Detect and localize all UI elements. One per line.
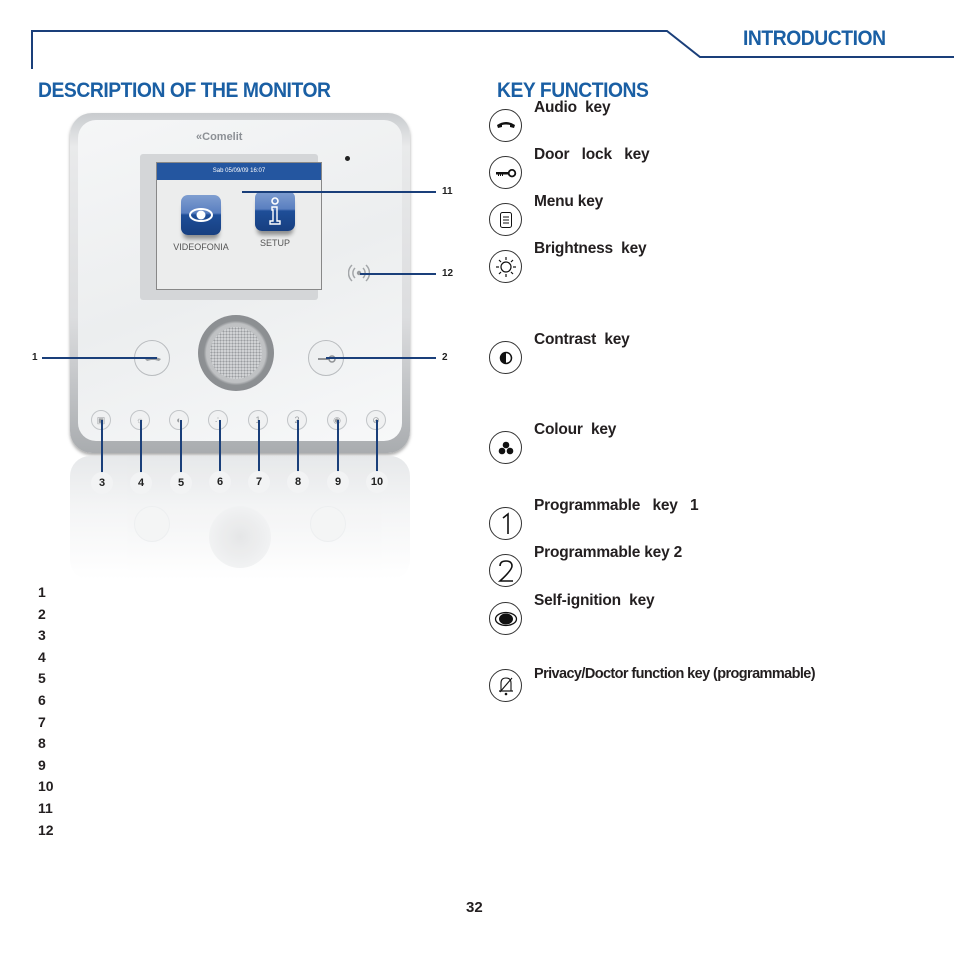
key-icon (489, 156, 522, 189)
contrast-key-button: ◐ (169, 410, 189, 430)
callout-number-4: 4 (130, 472, 152, 494)
bell-off-icon (489, 669, 522, 702)
reflection-key (310, 506, 346, 542)
speaker-grille (198, 315, 274, 391)
eye-icon (181, 195, 221, 235)
list-item: 12 (38, 821, 54, 838)
callout-line-8 (297, 420, 299, 475)
list-item: 9 (38, 756, 46, 773)
callout-line-3 (101, 420, 103, 475)
reflection-speaker (209, 506, 271, 568)
callout-line-5 (180, 420, 182, 475)
key-label: Brightness key (534, 240, 647, 257)
callout-number-7: 7 (248, 471, 270, 493)
key-label: Contrast key (534, 331, 630, 348)
callout-number-9: 9 (327, 471, 349, 493)
key-label: Door lock key (534, 146, 650, 163)
list-item: 8 (38, 735, 46, 752)
callout-number-2: 2 (442, 352, 448, 363)
key-label: Self-ignition key (534, 592, 655, 609)
info-icon (255, 191, 295, 231)
menu-icon (489, 203, 522, 236)
app-label: VIDEOFONIA (173, 242, 229, 252)
list-item: 4 (38, 648, 46, 665)
app-setup: SETUP (253, 191, 297, 248)
key-label: Menu key (534, 193, 604, 210)
callout-line-1 (42, 357, 157, 359)
callout-line-11 (242, 191, 436, 193)
list-item: 1 (38, 584, 46, 600)
key-label: Programmable key 2 (534, 544, 683, 561)
number-one-icon (489, 507, 522, 540)
key-label: Programmable key 1 (534, 497, 699, 514)
callout-line-10 (376, 420, 378, 475)
brightness-icon (489, 250, 522, 283)
colour-icon (489, 431, 522, 464)
key-label: Colour key (534, 421, 617, 438)
colour-key-button: ∴ (208, 410, 228, 430)
contrast-icon (489, 341, 522, 374)
description-title: DESCRIPTION OF THE MONITOR (38, 79, 331, 102)
callout-line-4 (140, 420, 142, 475)
key-label: Audio key (534, 99, 611, 116)
callout-number-8: 8 (287, 471, 309, 493)
brand-logo: «Comelit (196, 131, 243, 143)
brand-name: Comelit (202, 131, 243, 143)
monitor-illustration: «Comelit Sab 05/09/09 16:07 VIDEOFONIA S… (60, 110, 420, 580)
section-header-title: INTRODUCTION (743, 27, 886, 50)
app-videofonia: VIDEOFONIA (173, 195, 229, 252)
callout-number-6: 6 (209, 471, 231, 493)
monitor-screen: Sab 05/09/09 16:07 VIDEOFONIA SETUP (156, 162, 322, 290)
callout-line-7 (258, 420, 260, 475)
key-label: Privacy/Doctor function key (programmabl… (534, 666, 816, 682)
callout-line-6 (219, 420, 221, 475)
callout-number-3: 3 (91, 472, 113, 494)
callout-number-10: 10 (366, 471, 388, 493)
list-item: 3 (38, 627, 46, 644)
numbered-list: 1 2 3 4 5 6 7 8 9 10 11 12 (38, 582, 54, 841)
callout-number-11: 11 (442, 186, 453, 197)
led-indicator (345, 156, 350, 161)
list-item: 7 (38, 713, 46, 730)
number-two-icon (489, 554, 522, 587)
screen-status-bar: Sab 05/09/09 16:07 (157, 163, 321, 180)
list-item: 2 (38, 605, 46, 622)
speaker-mesh (210, 327, 262, 379)
eye-icon (489, 602, 522, 635)
app-label: SETUP (259, 238, 290, 248)
callout-number-1: 1 (32, 352, 38, 363)
callout-line-9 (337, 420, 339, 475)
callout-line-12 (360, 273, 436, 275)
page-number: 32 (466, 899, 483, 916)
device-reflection (70, 456, 410, 580)
list-item: 5 (38, 670, 46, 687)
callout-number-12: 12 (442, 268, 454, 279)
callout-line-2 (326, 357, 436, 359)
list-item: 11 (38, 799, 53, 816)
list-item: 6 (38, 691, 46, 708)
callout-number-5: 5 (170, 472, 192, 494)
handset-icon (489, 109, 522, 142)
reflection-key (134, 506, 170, 542)
list-item: 10 (38, 778, 54, 795)
